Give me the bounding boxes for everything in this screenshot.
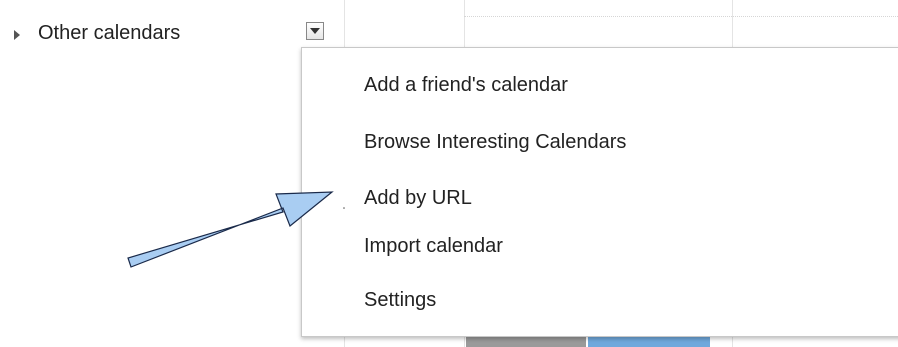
menu-item-import-calendar[interactable]: Import calendar (364, 234, 503, 258)
grid-hour-line (464, 16, 898, 17)
menu-item-add-friends-calendar[interactable]: Add a friend's calendar (364, 73, 568, 97)
menu-item-browse-interesting-calendars[interactable]: Browse Interesting Calendars (364, 130, 626, 154)
other-calendars-menu-button[interactable] (306, 22, 324, 40)
chevron-down-icon (310, 28, 320, 34)
menu-item-settings[interactable]: Settings (364, 288, 436, 312)
other-calendars-row[interactable]: Other calendars (0, 6, 344, 56)
other-calendars-dropdown-menu: Add a friend's calendar Browse Interesti… (301, 47, 898, 337)
triangle-right-icon[interactable] (14, 30, 20, 40)
menu-item-add-by-url[interactable]: Add by URL (364, 186, 472, 210)
other-calendars-label: Other calendars (38, 22, 181, 44)
